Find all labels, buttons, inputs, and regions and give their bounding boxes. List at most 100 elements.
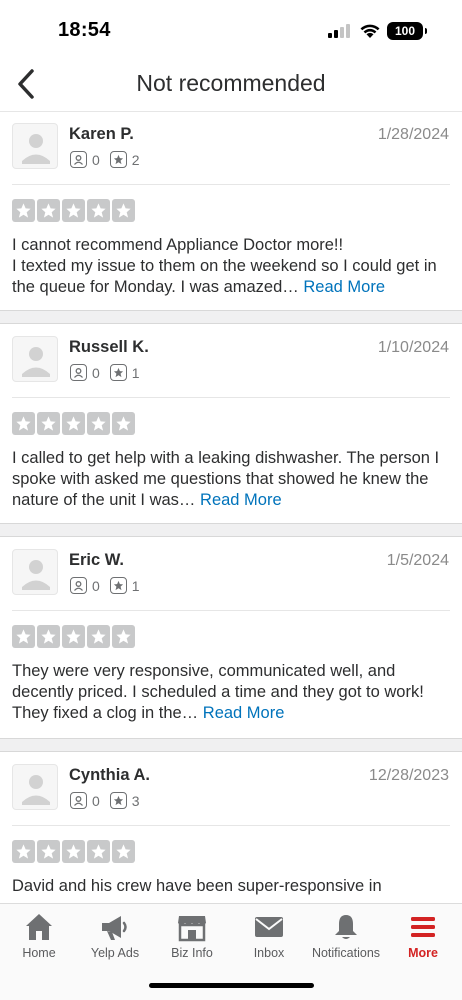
battery-icon: 100 bbox=[387, 22, 427, 40]
divider bbox=[12, 184, 450, 185]
friends-count-value: 0 bbox=[92, 364, 100, 381]
cellular-signal-icon bbox=[328, 24, 350, 38]
friends-icon bbox=[70, 151, 87, 168]
reviewer-stats: 0 3 bbox=[70, 792, 150, 809]
star-icon bbox=[12, 412, 35, 435]
tab-label: Inbox bbox=[253, 946, 285, 960]
friends-count-value: 0 bbox=[92, 151, 100, 168]
star-icon bbox=[87, 199, 110, 222]
tab-biz-info[interactable]: Biz Info bbox=[152, 910, 232, 960]
star-icon bbox=[87, 412, 110, 435]
review-body: David and his crew have been super-respo… bbox=[12, 877, 382, 895]
review-text: They were very responsive, communicated … bbox=[12, 661, 450, 724]
star-icon bbox=[37, 412, 60, 435]
user-placeholder-icon bbox=[22, 347, 50, 377]
read-more-link[interactable]: Read More bbox=[200, 491, 282, 509]
star-icon bbox=[112, 840, 135, 863]
review-card: Cynthia A. 12/28/2023 0 3 David and his … bbox=[0, 754, 462, 903]
review-text: I cannot recommend Appliance Doctor more… bbox=[12, 235, 450, 298]
friends-count: 0 bbox=[70, 364, 100, 381]
review-text: David and his crew have been super-respo… bbox=[12, 876, 450, 897]
megaphone-icon bbox=[102, 916, 127, 940]
star-icon bbox=[112, 625, 135, 648]
review-date: 1/10/2024 bbox=[377, 339, 449, 356]
friends-icon bbox=[70, 364, 87, 381]
review-text: I called to get help with a leaking dish… bbox=[12, 448, 450, 511]
reviews-count: 1 bbox=[109, 577, 140, 594]
review-star-icon bbox=[109, 577, 127, 594]
reviewer-name[interactable]: Karen P. bbox=[69, 125, 134, 144]
review-date: 12/28/2023 bbox=[368, 767, 449, 784]
star-icon bbox=[62, 840, 85, 863]
star-icon bbox=[87, 625, 110, 648]
tab-yelp-ads[interactable]: Yelp Ads bbox=[75, 910, 155, 960]
read-more-link[interactable]: Read More bbox=[303, 278, 385, 296]
reviews-count: 3 bbox=[109, 792, 140, 809]
reviews-count: 2 bbox=[109, 151, 140, 168]
review-star-icon bbox=[109, 364, 127, 381]
review-star-icon bbox=[109, 151, 127, 168]
avatar[interactable] bbox=[12, 764, 58, 810]
reviewer-stats: 0 1 bbox=[70, 577, 150, 594]
reviews-count-value: 2 bbox=[131, 151, 140, 168]
read-more-link[interactable]: Read More bbox=[203, 704, 285, 722]
section-separator bbox=[0, 523, 462, 537]
friends-count: 0 bbox=[70, 577, 100, 594]
friends-count: 0 bbox=[70, 792, 100, 809]
tab-more[interactable]: More bbox=[383, 910, 462, 960]
review-star-icon bbox=[109, 792, 127, 809]
avatar[interactable] bbox=[12, 123, 58, 169]
navigation-bar: Not recommended bbox=[0, 62, 462, 112]
star-icon bbox=[37, 840, 60, 863]
tab-label: Yelp Ads bbox=[90, 946, 140, 960]
divider bbox=[12, 610, 450, 611]
star-icon bbox=[12, 840, 35, 863]
friends-icon bbox=[70, 577, 87, 594]
reviews-count-value: 1 bbox=[131, 364, 140, 381]
review-card: Eric W. 1/5/2024 0 1 They were very resp… bbox=[0, 539, 462, 738]
user-placeholder-icon bbox=[22, 560, 50, 590]
star-icon bbox=[112, 412, 135, 435]
star-icon bbox=[12, 199, 35, 222]
storefront-icon bbox=[178, 916, 206, 942]
star-icon bbox=[12, 625, 35, 648]
star-icon bbox=[37, 625, 60, 648]
tab-label: Home bbox=[22, 946, 56, 960]
section-separator bbox=[0, 310, 462, 324]
review-date: 1/5/2024 bbox=[386, 552, 449, 569]
reviews-count-value: 3 bbox=[131, 792, 140, 809]
tab-label: More bbox=[408, 946, 438, 960]
tab-inbox[interactable]: Inbox bbox=[229, 910, 309, 960]
friends-count: 0 bbox=[70, 151, 100, 168]
tab-label: Biz Info bbox=[171, 946, 213, 960]
reviewer-name[interactable]: Cynthia A. bbox=[69, 766, 150, 785]
home-indicator bbox=[149, 983, 314, 988]
star-rating bbox=[12, 412, 137, 435]
star-icon bbox=[62, 199, 85, 222]
reviewer-stats: 0 2 bbox=[70, 151, 150, 168]
reviewer-stats: 0 1 bbox=[70, 364, 150, 381]
friends-icon bbox=[70, 792, 87, 809]
bell-icon bbox=[335, 915, 357, 939]
tab-notifications[interactable]: Notifications bbox=[306, 910, 386, 960]
reviewer-name[interactable]: Eric W. bbox=[69, 551, 124, 570]
star-icon bbox=[62, 412, 85, 435]
divider bbox=[12, 825, 450, 826]
star-icon bbox=[112, 199, 135, 222]
avatar[interactable] bbox=[12, 336, 58, 382]
menu-icon bbox=[411, 917, 435, 937]
reviews-count: 1 bbox=[109, 364, 140, 381]
reviewer-name[interactable]: Russell K. bbox=[69, 338, 149, 357]
star-rating bbox=[12, 840, 137, 863]
avatar[interactable] bbox=[12, 549, 58, 595]
user-placeholder-icon bbox=[22, 134, 50, 164]
divider bbox=[12, 397, 450, 398]
review-date: 1/28/2024 bbox=[377, 126, 449, 143]
review-card: Russell K. 1/10/2024 0 1 I called to get… bbox=[0, 326, 462, 523]
reviews-count-value: 1 bbox=[131, 577, 140, 594]
home-icon bbox=[26, 914, 52, 940]
user-placeholder-icon bbox=[22, 775, 50, 805]
star-rating bbox=[12, 199, 137, 222]
tab-home[interactable]: Home bbox=[0, 910, 79, 960]
section-separator bbox=[0, 738, 462, 752]
